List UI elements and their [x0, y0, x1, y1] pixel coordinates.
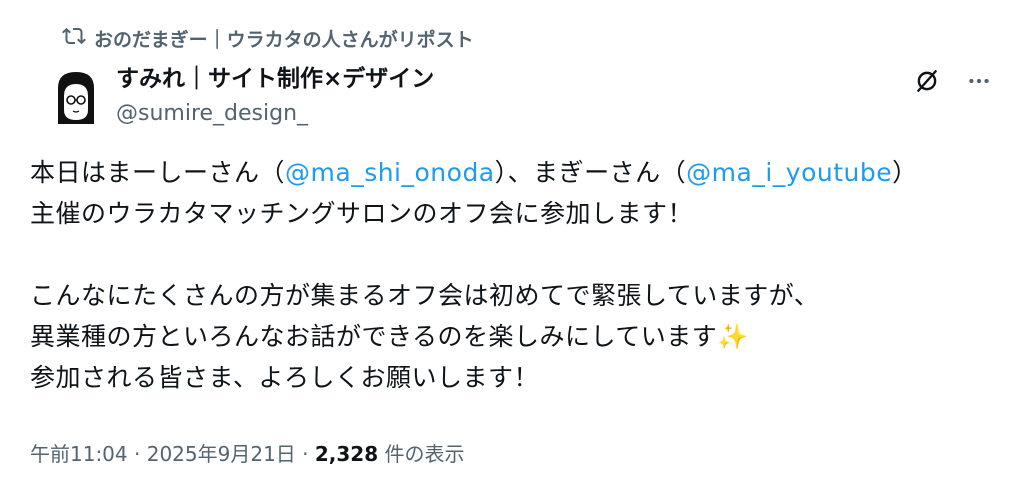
- sparkles-emoji: ✨: [717, 322, 749, 351]
- mention-link-ma-i-youtube[interactable]: @ma_i_youtube: [686, 158, 892, 187]
- tweet-text-segment: 本日はまーしーさん（: [30, 158, 286, 187]
- mention-link-ma-shi-onoda[interactable]: @ma_shi_onoda: [285, 158, 495, 187]
- tweet-time[interactable]: 午前11:04: [30, 442, 128, 466]
- grok-icon: [914, 68, 940, 98]
- tweet-text: 本日はまーしーさん（@ma_shi_onoda）、まぎーさん（@ma_i_you…: [30, 152, 1000, 398]
- repost-context[interactable]: おのだまぎー｜ウラカタの人さんがリポスト: [62, 24, 474, 53]
- tweet-line-2: 主催のウラカタマッチングサロンのオフ会に参加します！: [30, 199, 694, 228]
- author-display-name[interactable]: すみれ｜サイト制作×デザイン: [116, 64, 434, 94]
- avatar-illustration: [44, 66, 108, 130]
- tweet-line-5: 参加される皆さま、よろしくお願いします！: [30, 363, 540, 392]
- repost-text: おのだまぎー｜ウラカタの人さんがリポスト: [94, 29, 474, 51]
- tweet-header: すみれ｜サイト制作×デザイン @sumire_design_: [34, 62, 1004, 134]
- tweet-line-4: 異業種の方といろんなお話ができるのを楽しみにしています✨: [30, 316, 1000, 357]
- author-names: すみれ｜サイト制作×デザイン @sumire_design_: [116, 64, 434, 130]
- tweet-text-segment: ）: [892, 158, 918, 187]
- views-label: 件の表示: [378, 442, 465, 466]
- tweet-card[interactable]: おのだまぎー｜ウラカタの人さんがリポスト すみれ｜サイト制作×デザイン @sum…: [0, 0, 1024, 498]
- tweet-text-segment: ）、まぎーさん（: [494, 158, 687, 187]
- grok-button[interactable]: [912, 68, 942, 98]
- header-actions: [912, 68, 994, 98]
- more-icon: [966, 68, 992, 98]
- more-button[interactable]: [964, 68, 994, 98]
- tweet-line-1: 本日はまーしーさん（@ma_shi_onoda）、まぎーさん（@ma_i_you…: [30, 152, 1000, 193]
- tweet-meta: 午前11:04 · 2025年9月21日 · 2,328 件の表示: [30, 438, 465, 467]
- tweet-date[interactable]: 2025年9月21日: [147, 442, 296, 466]
- meta-separator: ·: [127, 442, 147, 466]
- author-handle[interactable]: @sumire_design_: [116, 98, 434, 130]
- tweet-line-3: こんなにたくさんの方が集まるオフ会は初めてで緊張していますが、: [30, 281, 820, 310]
- views-count: 2,328: [314, 442, 379, 466]
- repost-icon: [62, 24, 86, 53]
- avatar[interactable]: [44, 66, 108, 130]
- tweet-text-segment: 異業種の方といろんなお話ができるのを楽しみにしています: [30, 322, 718, 351]
- meta-separator: ·: [295, 442, 315, 466]
